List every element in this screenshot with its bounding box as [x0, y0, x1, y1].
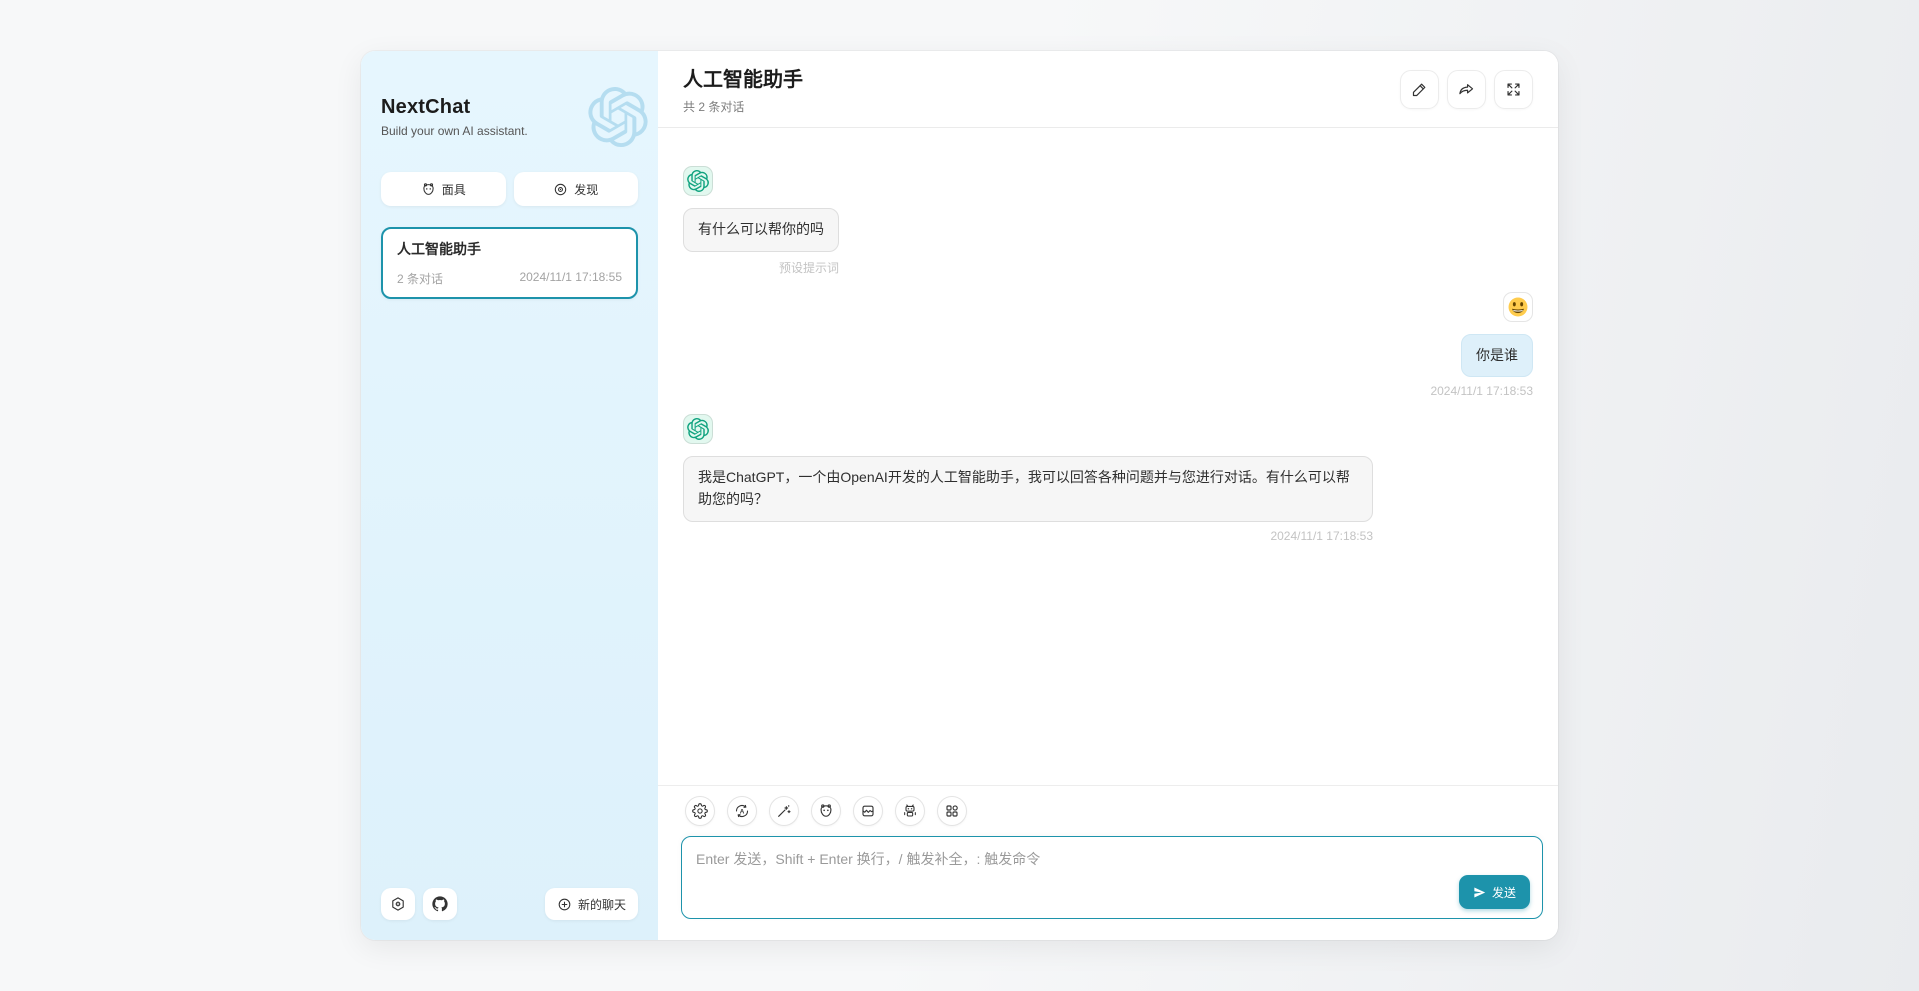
message-list: 有什么可以帮你的吗 预设提示词 你是谁 2024/11/1 17:18:53 — [658, 128, 1558, 785]
share-button[interactable] — [1447, 70, 1486, 109]
magic-wand-icon — [776, 803, 792, 819]
model-select-button[interactable] — [895, 796, 925, 826]
clear-context-button[interactable] — [853, 796, 883, 826]
message-timestamp: 2024/11/1 17:18:53 — [683, 529, 1373, 543]
chat-panel: 人工智能助手 共 2 条对话 有什 — [658, 51, 1558, 940]
chat-header: 人工智能助手 共 2 条对话 — [658, 51, 1558, 128]
openai-logo-icon — [687, 418, 709, 440]
chat-settings-button[interactable] — [685, 796, 715, 826]
shortcut-keys-button[interactable] — [937, 796, 967, 826]
pencil-icon — [1411, 81, 1428, 98]
openai-logo-icon — [687, 170, 709, 192]
clear-context-icon — [860, 803, 876, 819]
message-bubble: 我是ChatGPT，一个由OpenAI开发的人工智能助手，我可以回答各种问题并与… — [683, 456, 1373, 521]
chat-item-title: 人工智能助手 — [397, 239, 622, 259]
settings-button[interactable] — [381, 888, 415, 920]
composer: 发送 — [681, 836, 1543, 924]
chat-subtitle: 共 2 条对话 — [683, 98, 803, 115]
assistant-avatar — [683, 166, 713, 196]
share-icon — [1458, 81, 1475, 98]
chat-item-time: 2024/11/1 17:18:55 — [519, 270, 622, 287]
discover-button[interactable]: 发现 — [514, 172, 639, 206]
send-button-label: 发送 — [1492, 884, 1516, 901]
discover-icon — [553, 182, 568, 197]
plus-circle-icon — [557, 897, 572, 912]
prompt-preset-label: 预设提示词 — [683, 259, 839, 276]
new-chat-button[interactable]: 新的聊天 — [545, 888, 638, 920]
mask-button[interactable]: 面具 — [381, 172, 506, 206]
message-bubble: 你是谁 — [1461, 334, 1533, 378]
github-icon — [432, 896, 448, 912]
mask-icon — [818, 803, 834, 819]
input-toolbar — [658, 785, 1558, 832]
theme-toggle-button[interactable] — [727, 796, 757, 826]
chat-input[interactable] — [681, 836, 1543, 919]
chat-list-item[interactable]: 人工智能助手 2 条对话 2024/11/1 17:18:55 — [381, 227, 638, 299]
send-plane-icon — [1473, 886, 1486, 899]
fullscreen-button[interactable] — [1494, 70, 1533, 109]
github-button[interactable] — [423, 888, 457, 920]
sidebar-actions: 面具 发现 — [381, 172, 638, 206]
message-timestamp: 2024/11/1 17:18:53 — [1430, 384, 1533, 398]
settings-icon — [390, 896, 406, 912]
prompt-hints-button[interactable] — [769, 796, 799, 826]
theme-auto-icon — [734, 803, 750, 819]
smiley-emoji-icon — [1507, 296, 1529, 318]
chat-title[interactable]: 人工智能助手 — [683, 63, 803, 92]
fullscreen-icon — [1505, 81, 1522, 98]
discover-button-label: 发现 — [574, 181, 598, 198]
sidebar-footer: 新的聊天 — [381, 888, 638, 920]
gear-icon — [692, 803, 708, 819]
robot-icon — [902, 803, 918, 819]
chat-list: 人工智能助手 2 条对话 2024/11/1 17:18:55 — [381, 227, 638, 299]
user-avatar — [1503, 292, 1533, 322]
message-bubble: 有什么可以帮你的吗 — [683, 208, 839, 252]
new-chat-label: 新的聊天 — [578, 896, 626, 913]
chat-item-count: 2 条对话 — [397, 270, 443, 287]
nextchat-window: NextChat Build your own AI assistant. 面具… — [361, 51, 1558, 940]
masks-button[interactable] — [811, 796, 841, 826]
assistant-avatar — [683, 414, 713, 444]
mask-icon — [421, 182, 436, 197]
rename-button[interactable] — [1400, 70, 1439, 109]
assistant-message: 有什么可以帮你的吗 预设提示词 — [683, 166, 1533, 276]
mask-button-label: 面具 — [442, 181, 466, 198]
user-message: 你是谁 2024/11/1 17:18:53 — [683, 292, 1533, 399]
assistant-message: 我是ChatGPT，一个由OpenAI开发的人工智能助手，我可以回答各种问题并与… — [683, 414, 1533, 542]
nextchat-logo-icon — [588, 87, 648, 147]
sidebar: NextChat Build your own AI assistant. 面具… — [361, 51, 658, 940]
send-button[interactable]: 发送 — [1459, 875, 1530, 909]
grid-icon — [944, 803, 960, 819]
